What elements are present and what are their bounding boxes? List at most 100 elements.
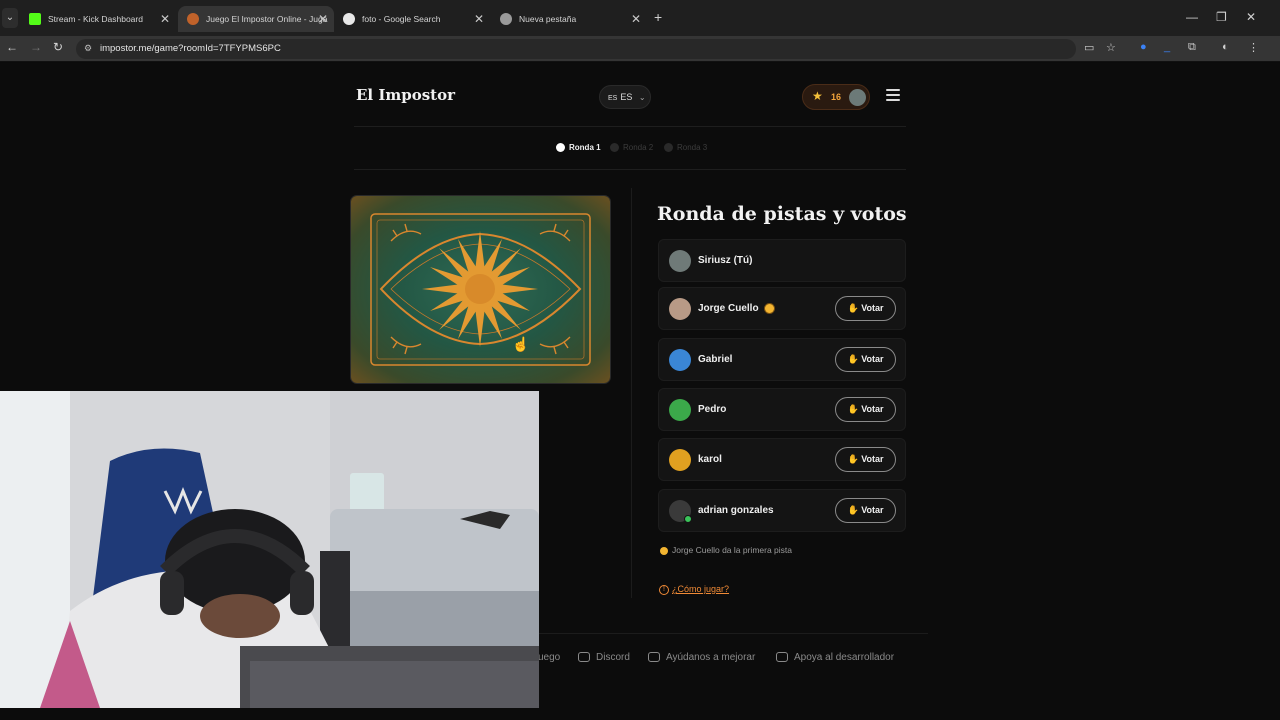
footer-link-discord[interactable]: Discord	[578, 652, 630, 663]
secret-card[interactable]	[351, 196, 610, 383]
site-logo[interactable]: El Impostor	[356, 86, 455, 104]
avatar	[669, 399, 691, 421]
close-icon[interactable]: ✕	[474, 6, 484, 32]
avatar	[669, 298, 691, 320]
footer-link-label: Discord	[596, 652, 630, 663]
vote-button[interactable]: ✋ Votar	[835, 447, 896, 472]
avatar	[669, 250, 691, 272]
round-label: Ronda 1	[569, 143, 601, 152]
close-icon[interactable]: ✕	[631, 6, 641, 32]
player-name: Jorge Cuello	[698, 303, 774, 314]
divider	[354, 169, 906, 170]
round-label: Ronda 2	[623, 143, 654, 152]
vote-button[interactable]: ✋ Votar	[835, 498, 896, 523]
tab-el-impostor[interactable]: Juego El Impostor Online - Juga ✕	[178, 6, 334, 32]
vote-label: Votar	[861, 303, 884, 313]
discord-icon	[578, 652, 590, 663]
turn-hint-text: Jorge Cuello da la primera pista	[672, 545, 793, 555]
avatar	[669, 349, 691, 371]
kick-icon	[29, 13, 41, 25]
section-title: Ronda de pistas y votos	[657, 203, 907, 225]
webcam-overlay	[0, 391, 539, 708]
omnibox[interactable]: ⚙ impostor.me/game?roomId=7TFYPMS6PC	[76, 39, 1076, 59]
hamburger-menu-icon[interactable]	[886, 89, 900, 104]
player-row: Gabriel ✋ Votar	[658, 338, 906, 381]
vote-label: Votar	[861, 454, 884, 464]
footer-link-game[interactable]: uego	[538, 652, 560, 663]
avatar	[669, 449, 691, 471]
minimize-icon[interactable]: —	[1186, 10, 1198, 24]
close-icon[interactable]: ✕	[160, 6, 170, 32]
tab-title: foto - Google Search	[362, 14, 441, 24]
browser-tab-bar: ⌄ Stream - Kick Dashboard ✕ Juego El Imp…	[0, 0, 1280, 36]
score-value: 16	[831, 92, 842, 102]
tab-title: Juego El Impostor Online - Juga	[206, 14, 328, 24]
profile-icon[interactable]: ◐	[1222, 41, 1229, 53]
vote-button[interactable]: ✋ Votar	[835, 296, 896, 321]
restore-icon[interactable]: ❐	[1216, 10, 1227, 24]
new-tab-icon[interactable]: +	[654, 9, 662, 25]
forward-icon[interactable]: →	[30, 40, 42, 54]
score-badge[interactable]: ★ 16	[802, 84, 870, 110]
language-code: ES	[608, 95, 618, 102]
player-name-text: Jorge Cuello	[698, 303, 759, 314]
player-row: Jorge Cuello ✋ Votar	[658, 287, 906, 330]
impostor-icon	[187, 13, 199, 25]
chrome-menu-icon[interactable]: ⋮	[1248, 41, 1259, 54]
round-label: Ronda 3	[677, 143, 708, 152]
round-2: Ronda 2	[610, 143, 654, 153]
close-icon[interactable]: ✕	[318, 6, 328, 32]
info-icon: !	[659, 584, 669, 595]
first-clue-badge-icon	[764, 303, 774, 313]
player-name: Siriusz (Tú)	[698, 255, 753, 266]
hand-icon: ✋	[847, 354, 859, 364]
divider	[354, 126, 906, 127]
tab-kick-dashboard[interactable]: Stream - Kick Dashboard ✕	[20, 6, 176, 32]
player-name: adrian gonzales	[698, 505, 774, 516]
tab-new-tab[interactable]: Nueva pestaña ✕	[491, 6, 647, 32]
tab-google-search[interactable]: foto - Google Search ✕	[334, 6, 490, 32]
hand-icon: ✋	[847, 454, 859, 464]
hand-icon: ✋	[847, 404, 859, 414]
player-name: karol	[698, 454, 722, 465]
round-pending-icon	[664, 143, 673, 153]
webcam-feed-image	[0, 391, 539, 708]
back-icon[interactable]: ←	[6, 40, 18, 54]
online-status-icon	[684, 515, 692, 523]
language-selector[interactable]: ES ES ⌄	[599, 85, 651, 109]
divider	[631, 188, 632, 598]
round-1: Ronda 1	[556, 143, 601, 153]
feedback-icon	[648, 652, 660, 663]
reload-icon[interactable]: ↻	[53, 40, 63, 54]
window-close-icon[interactable]: ✕	[1246, 10, 1256, 24]
player-name: Gabriel	[698, 354, 733, 365]
vote-label: Votar	[861, 354, 884, 364]
chrome-icon	[500, 13, 512, 25]
extension-bar-icon[interactable]: _	[1164, 41, 1170, 53]
round-active-icon	[556, 143, 565, 153]
extension-icon[interactable]: ●	[1140, 41, 1147, 53]
url-text[interactable]: impostor.me/game?roomId=7TFYPMS6PC	[100, 43, 281, 54]
tab-title: Stream - Kick Dashboard	[48, 14, 143, 24]
player-row-self: Siriusz (Tú)	[658, 239, 906, 282]
vote-button[interactable]: ✋ Votar	[835, 397, 896, 422]
install-app-icon[interactable]: ▭	[1084, 41, 1094, 54]
address-toolbar: ← → ↻ ⚙ impostor.me/game?roomId=7TFYPMS6…	[0, 36, 1280, 62]
round-3: Ronda 3	[664, 143, 708, 153]
tab-search-button[interactable]: ⌄	[2, 8, 18, 28]
vote-button[interactable]: ✋ Votar	[835, 347, 896, 372]
player-row: adrian gonzales ✋ Votar	[658, 489, 906, 532]
google-icon	[343, 13, 355, 25]
how-to-play-link[interactable]: ! ¿Cómo jugar?	[659, 584, 729, 595]
player-row: karol ✋ Votar	[658, 438, 906, 481]
footer-link-feedback[interactable]: Ayúdanos a mejorar	[648, 652, 755, 663]
extensions-puzzle-icon[interactable]: ⧉	[1188, 41, 1196, 54]
hand-icon: ✋	[847, 303, 859, 313]
site-info-icon[interactable]: ⚙	[84, 43, 92, 54]
round-pending-icon	[610, 143, 619, 153]
footer-link-support[interactable]: Apoya al desarrollador	[776, 652, 894, 663]
bookmark-star-icon[interactable]: ☆	[1106, 41, 1116, 54]
vote-label: Votar	[861, 505, 884, 515]
sun-card-illustration	[370, 213, 591, 366]
coffee-icon	[776, 652, 788, 663]
